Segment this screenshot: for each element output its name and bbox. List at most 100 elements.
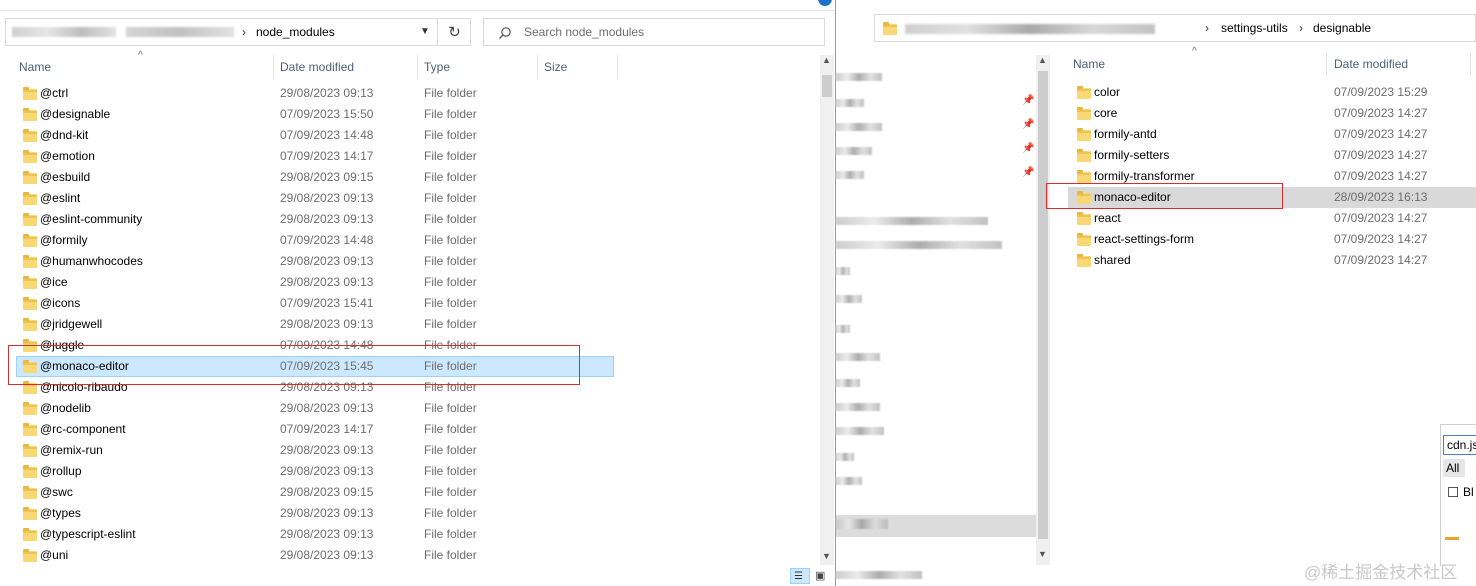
scroll-up-icon[interactable]: ▲	[1038, 55, 1047, 65]
item-name: @ice	[40, 275, 68, 289]
item-name: @rc-component	[40, 422, 126, 436]
list-item[interactable]: @formily 07/09/2023 14:48 File folder	[0, 230, 620, 251]
list-item[interactable]: @eslint 29/08/2023 09:13 File folder	[0, 188, 620, 209]
search-box[interactable]: Search node_modules	[483, 18, 825, 46]
column-divider[interactable]	[1326, 52, 1327, 76]
popup-tab-all[interactable]: All	[1443, 459, 1465, 477]
item-date: 07/09/2023 14:27	[1334, 127, 1428, 141]
details-view-button[interactable]: ☰	[790, 568, 810, 584]
item-name: @humanwhocodes	[40, 254, 143, 268]
item-name: @rollup	[40, 464, 82, 478]
list-item[interactable]: core 07/09/2023 14:27	[836, 103, 1476, 124]
address-current-folder[interactable]: node_modules	[256, 25, 335, 39]
folder-icon	[23, 297, 37, 310]
list-item[interactable]: @esbuild 29/08/2023 09:15 File folder	[0, 167, 620, 188]
list-item[interactable]: @rc-component 07/09/2023 14:17 File folder	[0, 419, 620, 440]
list-item[interactable]: @rollup 29/08/2023 09:13 File folder	[0, 461, 620, 482]
item-date: 07/09/2023 14:27	[1334, 169, 1428, 183]
list-item[interactable]: @nodelib 29/08/2023 09:13 File folder	[0, 398, 620, 419]
scroll-up-icon[interactable]: ▲	[822, 55, 831, 65]
item-date: 07/09/2023 14:27	[1334, 211, 1428, 225]
scrollbar[interactable]: ▲ ▼	[820, 55, 834, 565]
chevron-down-icon[interactable]: ▼	[420, 26, 430, 37]
list-item[interactable]: @icons 07/09/2023 15:41 File folder	[0, 293, 620, 314]
column-divider[interactable]	[537, 55, 538, 79]
breadcrumb-designable[interactable]: designable	[1313, 21, 1371, 35]
folder-icon	[1077, 86, 1091, 99]
item-name: @ctrl	[40, 86, 69, 100]
item-name: @swc	[40, 485, 73, 499]
popup-tab-label: All	[1446, 461, 1460, 475]
scroll-down-icon[interactable]: ▼	[1038, 549, 1047, 559]
folder-icon	[23, 465, 37, 478]
list-item[interactable]: @emotion 07/09/2023 14:17 File folder	[0, 146, 620, 167]
column-header-date-modified[interactable]: Date modified	[280, 60, 354, 74]
folder-icon	[1077, 254, 1091, 267]
address-bar[interactable]: › node_modules ▼	[5, 18, 438, 46]
highlight-box	[1046, 183, 1283, 209]
ribbon-edge	[836, 0, 1476, 4]
column-header-name[interactable]: Name	[1073, 57, 1105, 71]
item-date: 07/09/2023 15:29	[1334, 85, 1428, 99]
column-header-size[interactable]: Size	[544, 60, 567, 74]
list-item[interactable]: @types 29/08/2023 09:13 File folder	[0, 503, 620, 524]
large-icons-view-button[interactable]: ▣	[814, 569, 830, 583]
folder-icon	[1077, 170, 1091, 183]
list-item[interactable]: shared 07/09/2023 14:27	[836, 250, 1476, 271]
list-item[interactable]: react 07/09/2023 14:27	[836, 208, 1476, 229]
list-item[interactable]: @swc 29/08/2023 09:15 File folder	[0, 482, 620, 503]
list-item[interactable]: formily-setters 07/09/2023 14:27	[836, 145, 1476, 166]
breadcrumb-settings-utils[interactable]: settings-utils	[1221, 21, 1288, 35]
list-item[interactable]: @ice 29/08/2023 09:13 File folder	[0, 272, 620, 293]
folder-icon	[23, 402, 37, 415]
title-bar-edge	[0, 0, 836, 11]
item-date: 29/08/2023 09:13	[280, 275, 374, 289]
column-divider[interactable]	[273, 55, 274, 79]
folder-icon	[23, 234, 37, 247]
item-type: File folder	[424, 506, 477, 520]
item-type: File folder	[424, 191, 477, 205]
list-item[interactable]: @jridgewell 29/08/2023 09:13 File folder	[0, 314, 620, 335]
refresh-button[interactable]: ↻	[439, 18, 471, 46]
list-item[interactable]: react-settings-form 07/09/2023 14:27	[836, 229, 1476, 250]
item-type: File folder	[424, 485, 477, 499]
list-item[interactable]: color 07/09/2023 15:29	[836, 82, 1476, 103]
list-item[interactable]: @typescript-eslint 29/08/2023 09:13 File f…	[0, 524, 620, 545]
item-date: 28/09/2023 16:13	[1334, 190, 1428, 204]
list-item[interactable]: formily-antd 07/09/2023 14:27	[836, 124, 1476, 145]
list-item[interactable]: @ctrl 29/08/2023 09:13 File folder	[0, 83, 620, 104]
item-type: File folder	[424, 233, 477, 247]
item-date: 07/09/2023 14:48	[280, 128, 374, 142]
search-input[interactable]: Search node_modules	[524, 25, 644, 39]
scroll-thumb[interactable]	[822, 75, 832, 97]
scroll-down-icon[interactable]: ▼	[822, 551, 831, 561]
popup-checkbox[interactable]	[1448, 487, 1458, 497]
list-item[interactable]: @eslint-community 29/08/2023 09:13 File fo…	[0, 209, 620, 230]
list-item[interactable]: @humanwhocodes 29/08/2023 09:13 File folde…	[0, 251, 620, 272]
list-item[interactable]: @dnd-kit 07/09/2023 14:48 File folder	[0, 125, 620, 146]
folder-icon	[883, 22, 897, 35]
popup-checkbox-label: Bl	[1463, 485, 1474, 499]
popup-progress-mark	[1445, 537, 1459, 540]
item-type: File folder	[424, 212, 477, 226]
column-header-type[interactable]: Type	[424, 60, 450, 74]
column-divider[interactable]	[1470, 52, 1471, 76]
column-divider[interactable]	[417, 55, 418, 79]
list-item[interactable]: @uni 29/08/2023 09:13 File folder	[0, 545, 620, 566]
folder-icon	[1077, 128, 1091, 141]
list-item[interactable]: @remix-run 29/08/2023 09:13 File folder	[0, 440, 620, 461]
list-item[interactable]: @designable 07/09/2023 15:50 File folder	[0, 104, 620, 125]
item-date: 29/08/2023 09:13	[280, 254, 374, 268]
column-divider[interactable]	[617, 55, 618, 79]
column-header-name[interactable]: Name	[19, 60, 51, 74]
folder-icon	[23, 255, 37, 268]
address-bar[interactable]: › settings-utils › designable	[874, 14, 1476, 42]
popup-input[interactable]: cdn.js	[1443, 435, 1476, 455]
item-type: File folder	[424, 401, 477, 415]
chevron-right-icon: ›	[1299, 21, 1303, 35]
search-icon	[499, 27, 511, 39]
item-name: react-settings-form	[1094, 232, 1195, 246]
column-header-date-modified[interactable]: Date modified	[1334, 57, 1408, 71]
item-name: @dnd-kit	[40, 128, 89, 142]
folder-icon	[23, 507, 37, 520]
